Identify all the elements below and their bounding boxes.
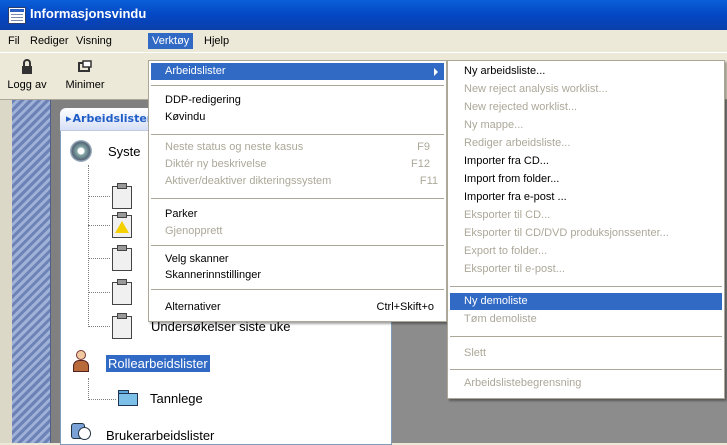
menu-item-worklists-label: Arbeidslister [165,65,226,77]
menu-item-toggle-dictation-label: Aktiver/deaktiver dikteringssystem [165,175,332,187]
shortcut-f11: F11 [419,175,438,187]
minimize-label: Minimer [65,79,105,91]
menu-item-scanner-settings[interactable]: Skannerinnstillinger [151,267,444,284]
shortcut-ctrl-shift-o: Ctrl+Skift+o [376,301,434,313]
menu-separator [450,336,722,337]
window-title: Informasjonsvindu [30,6,147,21]
logoff-button[interactable]: Logg av [4,57,50,95]
shortcut-f9: F9 [417,141,430,153]
tools-menu-bottom: Alternativer Ctrl+Skift+o [148,295,447,322]
folder-icon [118,390,138,406]
menu-item-next-status: Neste status og neste kasus F9 [151,139,444,156]
tree-connector [88,196,110,197]
menu-separator [151,245,444,246]
menu-visning[interactable]: Visning [72,33,116,49]
menu-item-new-folder: Ny mappe... [464,119,524,131]
menu-item-dictate-label: Diktér ny beskrivelse [165,158,267,170]
menu-item-new-reject-analysis: New reject analysis worklist... [464,83,608,95]
menu-separator [151,85,444,86]
menu-item-import-cd[interactable]: Importer fra CD... [450,153,722,170]
menu-separator [450,286,722,287]
menu-separator [151,289,444,290]
tree-item-system[interactable]: Syste [108,144,141,159]
menu-item-restore: Gjenopprett [165,225,223,237]
tree-connector [88,225,110,226]
menu-hjelp[interactable]: Hjelp [200,33,233,49]
menu-item-options-label: Alternativer [165,301,221,313]
clipboard-icon[interactable] [112,279,132,305]
logoff-label: Logg av [7,79,47,91]
menu-item-export-folder: Export to folder... [464,245,548,257]
menu-fil[interactable]: Fil [4,33,24,49]
menu-item-ddp[interactable]: DDP-redigering [151,92,444,109]
menu-item-import-folder[interactable]: Import from folder... [450,171,722,188]
tree-connector [88,399,116,400]
menu-separator [151,198,444,199]
menu-item-export-email: Eksporter til e-post... [464,263,565,275]
menu-item-park[interactable]: Parker [151,206,444,223]
menu-item-new-demo[interactable]: Ny demoliste [450,293,722,310]
clipboard-icon[interactable] [112,183,132,209]
menu-item-export-cd-dvd: Eksporter til CD/DVD produksjonssenter..… [464,227,669,239]
window-icon [8,7,26,24]
tree-connector [88,292,110,293]
tree-item-role-worklists[interactable]: Rollearbeidslister [106,355,210,372]
menu-item-toggle-dictation: Aktiver/deaktiver dikteringssystem F11 [151,173,444,190]
menu-rediger[interactable]: Rediger [26,33,73,49]
menu-item-queue[interactable]: Køvindu [151,109,444,126]
menu-item-delete: Slett [464,347,487,359]
menu-verktoy[interactable]: Verktøy [148,33,194,49]
shortcut-f12: F12 [411,158,430,170]
menu-item-worklist-limit: Arbeidslistebegrensning [464,377,582,389]
menu-item-next-status-label: Neste status og neste kasus [165,141,304,153]
user-worklists-icon [70,420,92,442]
menu-item-new-rejected: New rejected worklist... [464,101,578,113]
menu-item-empty-demo: Tøm demoliste [464,313,537,325]
submenu-arrow-icon [434,68,438,76]
menu-item-edit-worklist: Rediger arbeidsliste... [464,137,571,149]
menu-item-import-email[interactable]: Importer fra e-post ... [450,189,722,206]
menu-item-options[interactable]: Alternativer Ctrl+Skift+o [151,299,444,316]
worklists-submenu: Ny arbeidsliste... New reject analysis w… [447,60,725,399]
menu-item-select-scanner[interactable]: Velg skanner [151,251,444,268]
tree-connector [88,258,110,259]
left-edge [0,100,12,443]
menu-separator [151,134,444,135]
tree-item-user-worklists[interactable]: Brukerarbeidslister [106,428,214,443]
system-gear-icon [70,140,92,162]
menu-item-new-worklist[interactable]: Ny arbeidsliste... [450,63,722,80]
minimize-button[interactable]: Minimer [60,57,110,95]
clipboard-icon[interactable] [112,245,132,271]
menu-item-export-cd: Eksporter til CD... [464,209,551,221]
minimize-icon [78,60,92,72]
menu-separator [450,369,722,370]
menu-item-dictate: Diktér ny beskrivelse F12 [151,156,444,173]
lock-icon [22,59,32,74]
tree-connector [88,165,89,327]
navigation-strip [12,100,51,443]
tree-item-dentist[interactable]: Tannlege [150,391,203,406]
clipboard-warning-icon[interactable] [112,212,132,238]
title-bar: Informasjonsvindu [0,0,727,30]
menu-item-worklists[interactable]: Arbeidslister [151,63,444,80]
tree-connector [88,326,110,327]
tree-connector [88,378,89,400]
menu-bar: Fil Rediger Visning Verktøy Hjelp [0,30,727,53]
role-person-icon [70,350,92,372]
tools-menu: Arbeidslister DDP-redigering Køvindu Nes… [148,60,447,303]
worklist-panel-title: Arbeidslister [66,112,153,125]
clipboard-icon[interactable] [112,313,132,339]
